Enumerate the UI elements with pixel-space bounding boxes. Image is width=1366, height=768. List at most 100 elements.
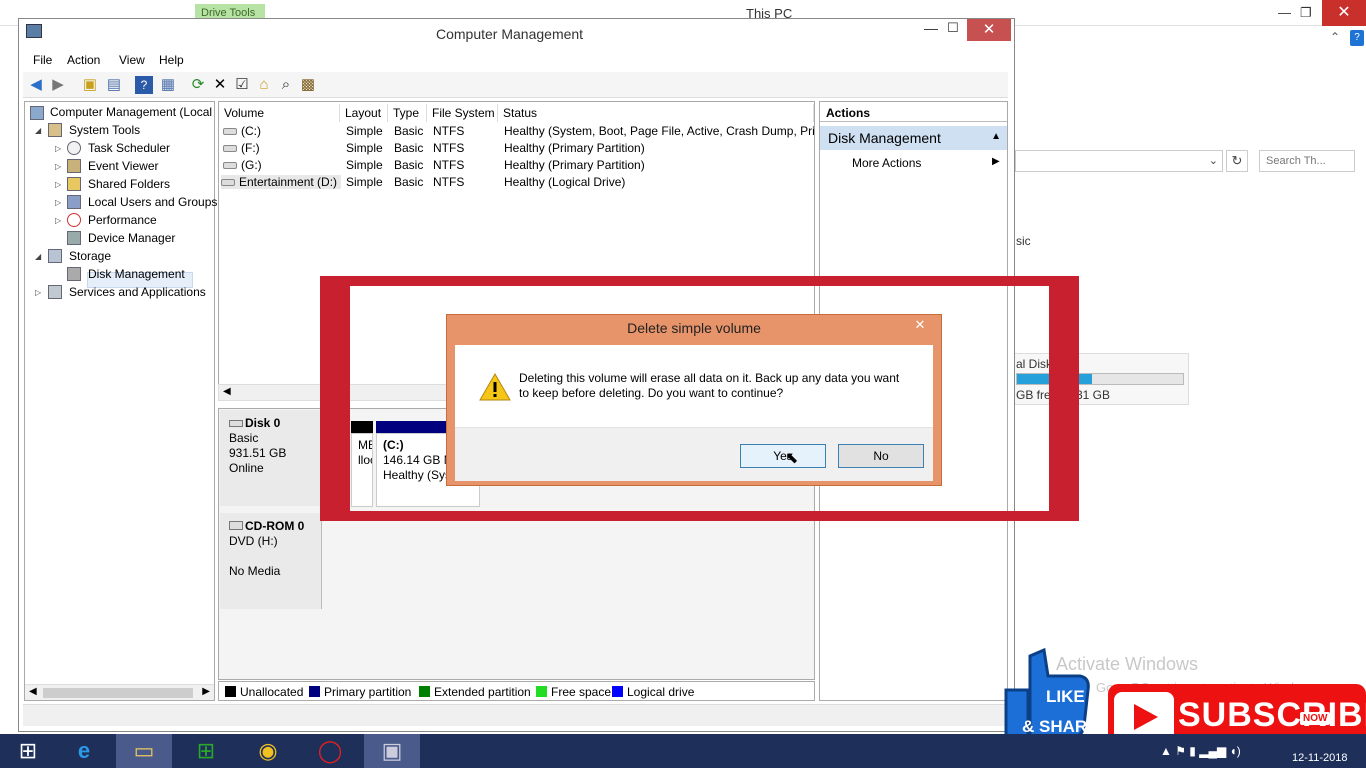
table-row[interactable]: (F:) Simple Basic NTFS Healthy (Primary … <box>219 141 814 158</box>
tree-item-storage[interactable]: Storage <box>69 249 111 263</box>
volume-status: Healthy (Primary Partition) <box>504 141 645 155</box>
tree-item-system-tools[interactable]: System Tools <box>69 123 140 137</box>
column-header-file-system[interactable]: File System <box>427 104 498 122</box>
volume-status: Healthy (System, Boot, Page File, Active… <box>504 124 814 138</box>
start-icon[interactable]: ⊞ <box>0 734 56 768</box>
expand-arrow-icon[interactable]: ▷ <box>55 162 61 171</box>
expand-arrow-icon[interactable]: ▷ <box>55 144 61 153</box>
file-explorer-icon[interactable]: ▭ <box>116 734 172 768</box>
menu-help[interactable]: Help <box>159 53 184 67</box>
legend-swatch <box>536 686 547 697</box>
tree-item-services[interactable]: Services and Applications <box>69 285 206 299</box>
tree-item-task-scheduler[interactable]: Task Scheduler <box>88 141 170 155</box>
internet-explorer-icon[interactable]: e <box>56 734 112 768</box>
back-icon[interactable]: ◀ <box>27 76 45 94</box>
collapse-up-icon[interactable]: ▲ <box>991 131 1001 142</box>
help-icon[interactable]: ? <box>135 76 153 94</box>
close-icon[interactable]: ✕ <box>967 19 1011 41</box>
table-row[interactable]: (C:) Simple Basic NTFS Healthy (System, … <box>219 124 814 141</box>
table-row[interactable]: (G:) Simple Basic NTFS Healthy (Primary … <box>219 158 814 175</box>
menu-file[interactable]: File <box>33 53 52 67</box>
titlebar[interactable]: Computer Management — ☐ ✕ <box>19 19 1014 47</box>
close-icon[interactable]: ✕ <box>1322 0 1366 26</box>
expand-arrow-icon[interactable]: ▷ <box>35 288 41 297</box>
volume-status: Healthy (Primary Partition) <box>504 158 645 172</box>
menu-action[interactable]: Action <box>67 53 100 67</box>
system-tray[interactable]: ▲ ⚑ ▮ ▂▄▆ ◖) <box>1160 744 1241 758</box>
clock-date[interactable]: 12-11-2018 <box>1292 752 1347 764</box>
collapse-arrow-icon[interactable]: ◢ <box>35 126 41 135</box>
mouse-cursor-icon: ⬉ <box>785 450 799 467</box>
event-viewer-icon <box>67 159 81 173</box>
shared-folder-icon <box>67 177 81 191</box>
tree-item-performance[interactable]: Performance <box>88 213 157 227</box>
close-icon[interactable]: ✕ <box>905 316 935 334</box>
minimize-icon[interactable]: — <box>1278 5 1291 20</box>
volume-layout: Simple <box>346 141 383 155</box>
more-actions-item[interactable]: More Actions <box>852 156 921 170</box>
disk-0-label[interactable]: Disk 0 Basic 931.51 GB Online <box>220 410 322 506</box>
table-row[interactable]: Entertainment (D:) Simple Basic NTFS Hea… <box>219 175 814 192</box>
tree-item-disk-management[interactable]: Disk Management <box>88 267 185 281</box>
scroll-left-icon[interactable]: ◀ <box>223 386 231 397</box>
now-badge: NOW <box>1300 712 1331 725</box>
tree-horizontal-scrollbar[interactable]: ◀ ▶ <box>25 684 214 700</box>
delete-icon[interactable]: ✕ <box>211 76 229 94</box>
volume-type: Basic <box>394 175 424 189</box>
disk-icon[interactable]: ▩ <box>299 76 317 94</box>
menu-view[interactable]: View <box>119 53 145 67</box>
search-input[interactable]: Search Th... <box>1259 150 1355 172</box>
maximize-icon[interactable]: ☐ <box>941 20 965 40</box>
store-icon[interactable]: ⊞ <box>178 734 234 768</box>
expand-arrow-icon[interactable]: ▷ <box>55 180 61 189</box>
tree-item-root[interactable]: Computer Management (Local <box>50 105 212 119</box>
scroll-left-icon[interactable]: ◀ <box>29 686 37 697</box>
refresh-icon[interactable]: ⟳ <box>189 76 207 94</box>
ribbon-collapse-icon[interactable]: ⌃ <box>1330 30 1340 44</box>
taskbar: ⊞ e ▭ ⊞ ◉ ◯ ▣ ▲ ⚑ ▮ ▂▄▆ ◖) 12-11-2018 <box>0 734 1366 768</box>
legend-swatch <box>309 686 320 697</box>
tree-item-device-manager[interactable]: Device Manager <box>88 231 175 245</box>
legend-label: Logical drive <box>627 685 695 699</box>
column-header-layout[interactable]: Layout <box>340 104 388 122</box>
scroll-right-icon[interactable]: ▶ <box>202 686 210 697</box>
computer-icon <box>30 106 44 120</box>
maximize-icon[interactable]: ❐ <box>1300 5 1312 21</box>
minimize-icon[interactable]: — <box>919 20 943 40</box>
actions-section-disk-management[interactable]: Disk Management ▲ <box>820 126 1007 150</box>
legend-primary: Primary partition <box>309 685 411 699</box>
chrome-icon[interactable]: ◉ <box>240 734 296 768</box>
disk-management-icon <box>67 267 81 281</box>
up-folder-icon[interactable]: ▣ <box>81 76 99 94</box>
check-icon[interactable]: ☑ <box>233 76 251 94</box>
computer-management-taskbar-icon[interactable]: ▣ <box>364 734 420 768</box>
open-folder-icon[interactable]: ⌂ <box>255 76 273 94</box>
properties-icon[interactable]: ▦ <box>159 76 177 94</box>
chevron-down-icon[interactable]: ⌄ <box>1209 154 1218 167</box>
tree-item-event-viewer[interactable]: Event Viewer <box>88 159 158 173</box>
yes-button[interactable]: Yes <box>740 444 826 468</box>
show-hide-tree-icon[interactable]: ▤ <box>105 76 123 94</box>
dialog-message-line: Deleting this volume will erase all data… <box>519 371 900 385</box>
volume-file-system: NTFS <box>433 124 465 138</box>
address-bar[interactable]: ⌄ <box>1015 150 1223 172</box>
refresh-icon[interactable]: ↻ <box>1226 150 1248 172</box>
tree-item-shared-folders[interactable]: Shared Folders <box>88 177 170 191</box>
column-header-type[interactable]: Type <box>388 104 427 122</box>
cdrom-0-label[interactable]: CD-ROM 0 DVD (H:) No Media <box>220 513 322 609</box>
help-icon[interactable]: ? <box>1350 30 1364 46</box>
column-header-volume[interactable]: Volume <box>219 104 340 122</box>
tree-item-local-users[interactable]: Local Users and Groups <box>88 195 217 209</box>
submenu-arrow-icon[interactable]: ▶ <box>992 156 1000 167</box>
no-button[interactable]: No <box>838 444 924 468</box>
column-header-status[interactable]: Status <box>498 104 814 122</box>
expand-arrow-icon[interactable]: ▷ <box>55 216 61 225</box>
expand-arrow-icon[interactable]: ▷ <box>55 198 61 207</box>
opera-icon[interactable]: ◯ <box>302 734 358 768</box>
forward-icon[interactable]: ▶ <box>49 76 67 94</box>
collapse-arrow-icon[interactable]: ◢ <box>35 252 41 261</box>
disk-size: 931.51 GB <box>229 446 287 460</box>
scrollbar-thumb[interactable] <box>43 688 193 698</box>
search-icon[interactable]: ⌕ <box>277 76 295 94</box>
disk-name: Disk 0 <box>245 416 281 430</box>
